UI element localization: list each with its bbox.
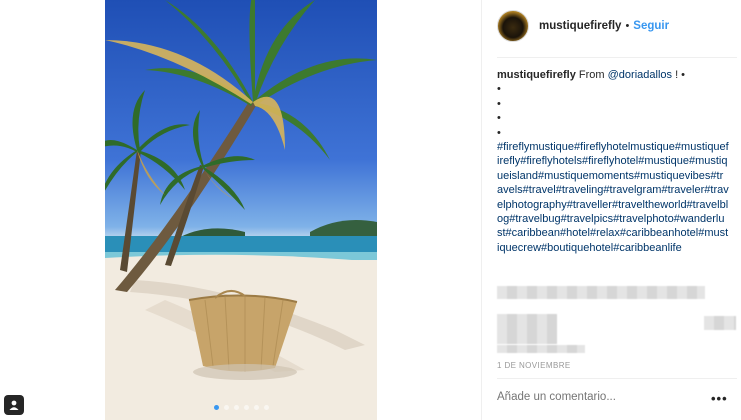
header-username[interactable]: mustiquefirefly [539,20,621,32]
redacted-like-icon [704,316,736,330]
avatar[interactable] [497,10,529,42]
redacted-text [497,286,705,299]
header-divider [497,57,737,58]
beach-palm-image [105,0,377,420]
caption-hashtags[interactable]: #fireflymustique#fireflyhotelmustique#mu… [497,140,729,255]
caption-bullet: • [497,112,501,125]
carousel-dot[interactable] [223,405,229,410]
caption-bullet: • [497,97,501,110]
carousel-dot[interactable] [243,405,249,410]
header-separator: • [625,20,630,32]
redacted-comment-avatar [497,314,557,344]
caption-bullet: • [497,83,501,96]
caption-first-line: mustiquefirefly From @doriadallos ! • [497,68,729,82]
caption-bullet: • [497,126,501,139]
post-header: mustiquefirefly • Seguir [497,10,741,42]
caption-text-before: From [575,69,608,81]
carousel-dot[interactable] [263,405,269,410]
post-date: 1 DE NOVIEMBRE [497,361,571,370]
follow-button[interactable]: Seguir [633,20,669,32]
person-tag-button[interactable] [4,395,24,415]
carousel-dots [105,405,377,410]
carousel-dot[interactable] [233,405,239,410]
post-side-panel: mustiquefirefly • Seguir mustiquefirefly… [481,0,741,420]
carousel-dot[interactable] [253,405,259,410]
post-caption: mustiquefirefly From @doriadallos ! • • … [497,68,729,255]
redacted-comment-text [497,345,585,353]
caption-username[interactable]: mustiquefirefly [497,69,576,81]
post-photo[interactable] [105,0,377,420]
caption-text-after: ! • [672,69,686,81]
comment-input[interactable] [497,391,687,403]
more-options-icon[interactable]: ••• [711,391,728,406]
carousel-dot[interactable] [213,405,219,410]
comment-divider [497,378,737,379]
person-tag-icon [9,400,19,410]
caption-mention[interactable]: @doriadallos [608,69,672,81]
